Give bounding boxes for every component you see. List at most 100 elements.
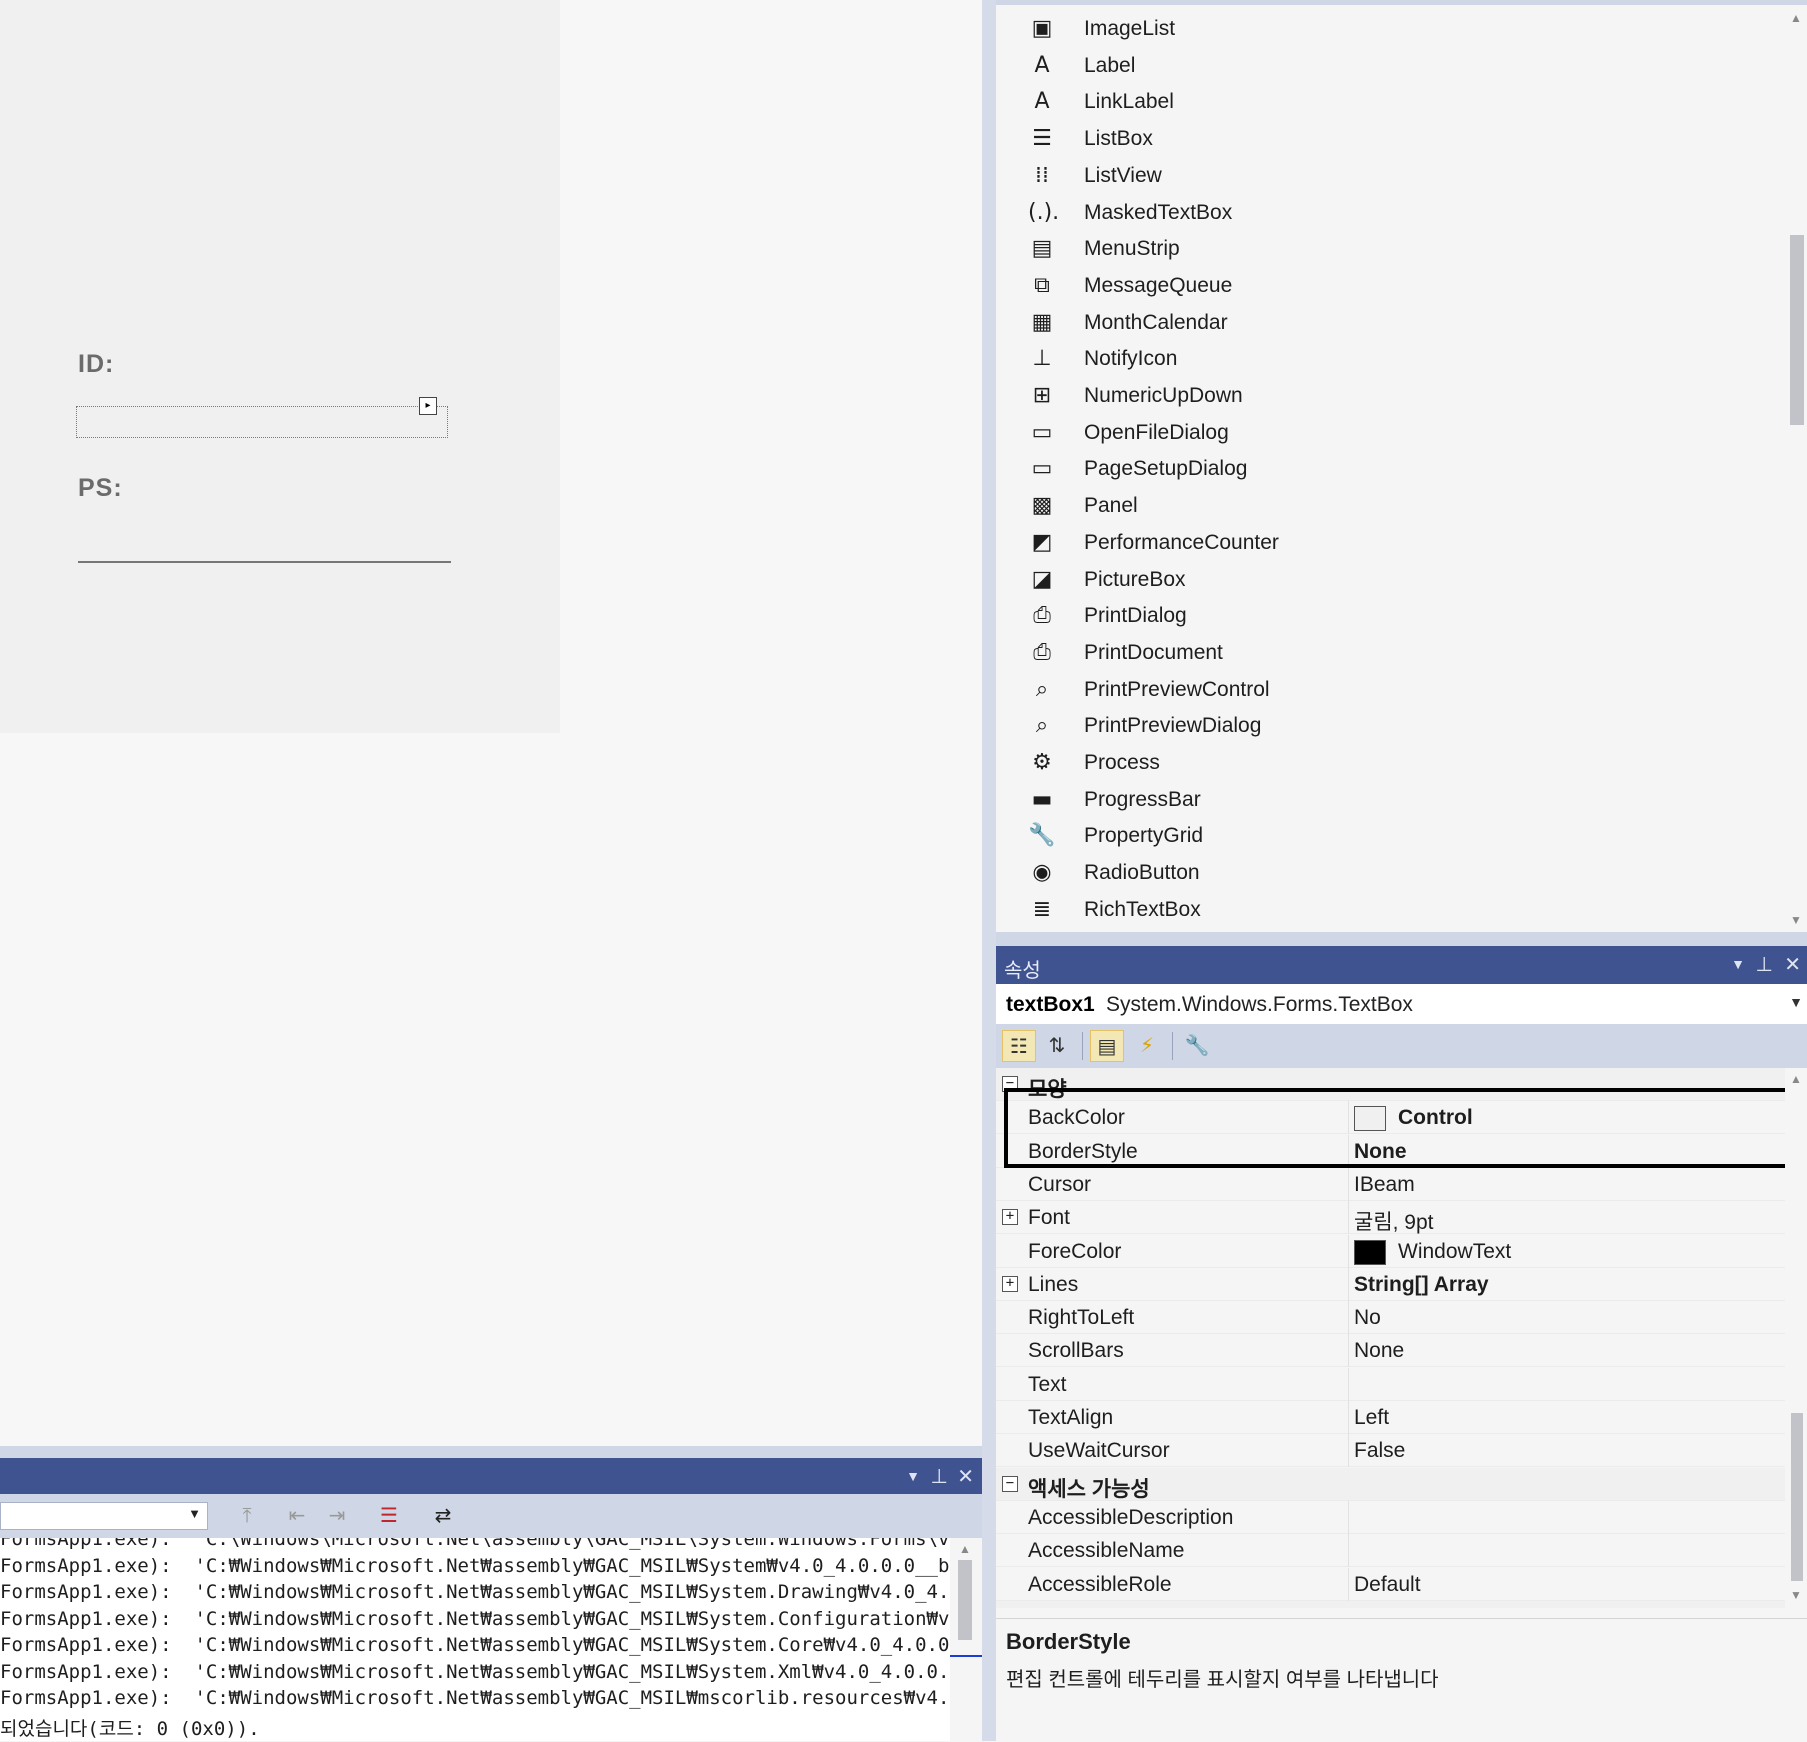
clear-all-icon[interactable]: ☰ (374, 1501, 404, 1531)
property-row[interactable]: Text (996, 1367, 1786, 1401)
column-divider[interactable] (1348, 1167, 1349, 1201)
column-divider[interactable] (1348, 1500, 1349, 1534)
property-row[interactable]: BackColor Control (996, 1101, 1786, 1135)
property-row[interactable]: ScrollBars None (996, 1334, 1786, 1368)
toolbox-scroll-thumb[interactable] (1790, 235, 1804, 425)
chevron-down-icon[interactable]: ▼ (1789, 994, 1803, 1010)
property-value[interactable]: No (1354, 1306, 1381, 1330)
pin-icon[interactable]: ⊥ (1756, 952, 1773, 977)
toolbox-item[interactable]: ⁞⁞ ListView (996, 158, 1776, 194)
toolbox-item[interactable]: ⎙ PrintDocument (996, 635, 1776, 671)
property-row[interactable]: + Font 굴림, 9pt (996, 1201, 1786, 1236)
property-pages-icon[interactable]: 🔧 (1180, 1030, 1214, 1062)
property-row[interactable]: + Lines String[] Array (996, 1267, 1786, 1301)
textbox-id[interactable]: ▸ (76, 397, 448, 438)
property-row[interactable]: BorderStyle None (996, 1134, 1786, 1168)
object-selector[interactable]: textBox1 System.Windows.Forms.TextBox ▼ (996, 984, 1807, 1024)
category-appearance[interactable]: − 모양 (996, 1068, 1786, 1101)
output-text[interactable]: FormsApp1.exe): 'C:\Windows\Microsoft.Ne… (0, 1538, 950, 1741)
label-ps[interactable]: PS: (78, 474, 123, 503)
expand-icon[interactable]: + (1002, 1275, 1018, 1292)
toolbox-item[interactable]: ⚙ Process (996, 745, 1776, 781)
vertical-splitter[interactable] (982, 0, 996, 1741)
toolbox-item[interactable]: ▤ MenuStrip (996, 231, 1776, 267)
property-value[interactable]: Left (1354, 1406, 1389, 1430)
output-titlebar[interactable]: ▼ ⊥ ✕ (0, 1458, 982, 1494)
toolbox-item[interactable]: 🔧 PropertyGrid (996, 818, 1776, 854)
category-focus[interactable]: −포커스 (996, 1600, 1786, 1608)
column-divider[interactable] (1348, 1267, 1349, 1301)
window-position-icon[interactable]: ▼ (906, 1468, 920, 1484)
toolbox-item[interactable]: ☰ ListBox (996, 121, 1776, 157)
textbox-ps[interactable] (78, 561, 451, 563)
property-row[interactable]: ForeColor WindowText (996, 1234, 1786, 1268)
form-surface[interactable]: ID: ▸ PS: (0, 0, 560, 733)
column-divider[interactable] (1348, 1434, 1349, 1468)
properties-titlebar[interactable]: 속성 ▼ ⊥ ✕ (996, 946, 1807, 984)
properties-icon[interactable]: ▤ (1090, 1030, 1124, 1062)
word-wrap-icon[interactable]: ⇄ (428, 1501, 458, 1531)
property-value[interactable]: None (1354, 1140, 1407, 1164)
toolbox-item[interactable]: ◉ RadioButton (996, 855, 1776, 891)
column-divider[interactable] (1348, 1234, 1349, 1268)
toolbox-item[interactable]: ⌕ PrintPreviewControl (996, 672, 1776, 708)
category-accessibility[interactable]: − 액세스 가능성 (996, 1467, 1786, 1501)
column-divider[interactable] (1348, 1367, 1349, 1401)
property-row[interactable]: TextAlign Left (996, 1401, 1786, 1434)
alphabetical-icon[interactable]: ⇅ (1040, 1030, 1074, 1062)
toolbox-item[interactable]: ⌕ PrintPreviewDialog (996, 708, 1776, 744)
smart-tag-icon[interactable]: ▸ (419, 397, 437, 415)
property-row[interactable]: AccessibleName (996, 1534, 1786, 1568)
toolbox-item[interactable]: ▬ ProgressBar (996, 782, 1776, 818)
column-divider[interactable] (1348, 1534, 1349, 1568)
toolbox-item[interactable]: ⎙ PrintDialog (996, 598, 1776, 634)
toolbox-item[interactable]: ≣ RichTextBox (996, 892, 1776, 928)
property-value[interactable]: 굴림, 9pt (1354, 1206, 1434, 1236)
toolbox-scrollbar[interactable]: ▲ ▼ (1785, 5, 1807, 937)
scroll-down-icon[interactable]: ▼ (1789, 1588, 1803, 1602)
toolbox-item[interactable]: ▣ ImageList (996, 11, 1776, 47)
label-id[interactable]: ID: (78, 350, 114, 379)
property-value[interactable]: IBeam (1354, 1173, 1415, 1197)
toolbox-item[interactable]: ⊞ NumericUpDown (996, 378, 1776, 414)
chevron-down-icon[interactable]: ▼ (188, 1506, 201, 1521)
property-row[interactable]: RightToLeft No (996, 1301, 1786, 1335)
column-divider[interactable] (1348, 1134, 1349, 1168)
previous-message-icon[interactable]: ⇤ (282, 1501, 312, 1531)
column-divider[interactable] (1348, 1101, 1349, 1135)
find-message-icon[interactable]: ⤒ (232, 1501, 262, 1531)
toolbox-item[interactable]: ⧉ MessageQueue (996, 268, 1776, 304)
property-row[interactable]: AccessibleRole Default (996, 1567, 1786, 1601)
collapse-icon[interactable]: − (1002, 1076, 1018, 1092)
scroll-up-icon[interactable]: ▲ (958, 1542, 972, 1556)
toolbox-item[interactable]: ▭ OpenFileDialog (996, 415, 1776, 451)
toolbox-item[interactable]: (.). MaskedTextBox (996, 195, 1776, 231)
next-message-icon[interactable]: ⇥ (322, 1501, 352, 1531)
events-icon[interactable]: ⚡ (1130, 1030, 1164, 1062)
scroll-down-icon[interactable]: ▼ (1789, 913, 1803, 927)
collapse-icon[interactable]: − (1002, 1475, 1018, 1492)
property-value[interactable]: WindowText (1354, 1239, 1511, 1265)
close-icon[interactable]: ✕ (957, 1464, 974, 1489)
property-row[interactable]: Cursor IBeam (996, 1167, 1786, 1201)
column-divider[interactable] (1348, 1401, 1349, 1434)
close-icon[interactable]: ✕ (1784, 952, 1801, 977)
output-scrollbar[interactable]: ▲ (952, 1538, 978, 1741)
pin-icon[interactable]: ⊥ (931, 1464, 948, 1489)
toolbox-item[interactable]: ▩ Panel (996, 488, 1776, 524)
toolbox-item[interactable]: ◪ PictureBox (996, 562, 1776, 598)
property-row[interactable]: UseWaitCursor False (996, 1434, 1786, 1468)
window-position-icon[interactable]: ▼ (1731, 956, 1745, 972)
grid-scrollbar[interactable]: ▲ ▼ (1785, 1068, 1807, 1608)
toolbox-item[interactable]: ⊥ NotifyIcon (996, 341, 1776, 377)
column-divider[interactable] (1348, 1301, 1349, 1335)
property-value[interactable]: String[] Array (1354, 1273, 1489, 1297)
toolbox-item[interactable]: ▭ PageSetupDialog (996, 451, 1776, 487)
scroll-up-icon[interactable]: ▲ (1789, 11, 1803, 25)
property-value[interactable]: False (1354, 1439, 1405, 1463)
column-divider[interactable] (1348, 1334, 1349, 1368)
grid-scroll-thumb[interactable] (1791, 1413, 1803, 1581)
expand-icon[interactable]: + (1002, 1209, 1018, 1226)
column-divider[interactable] (1348, 1201, 1349, 1235)
property-value[interactable]: Control (1354, 1106, 1473, 1132)
